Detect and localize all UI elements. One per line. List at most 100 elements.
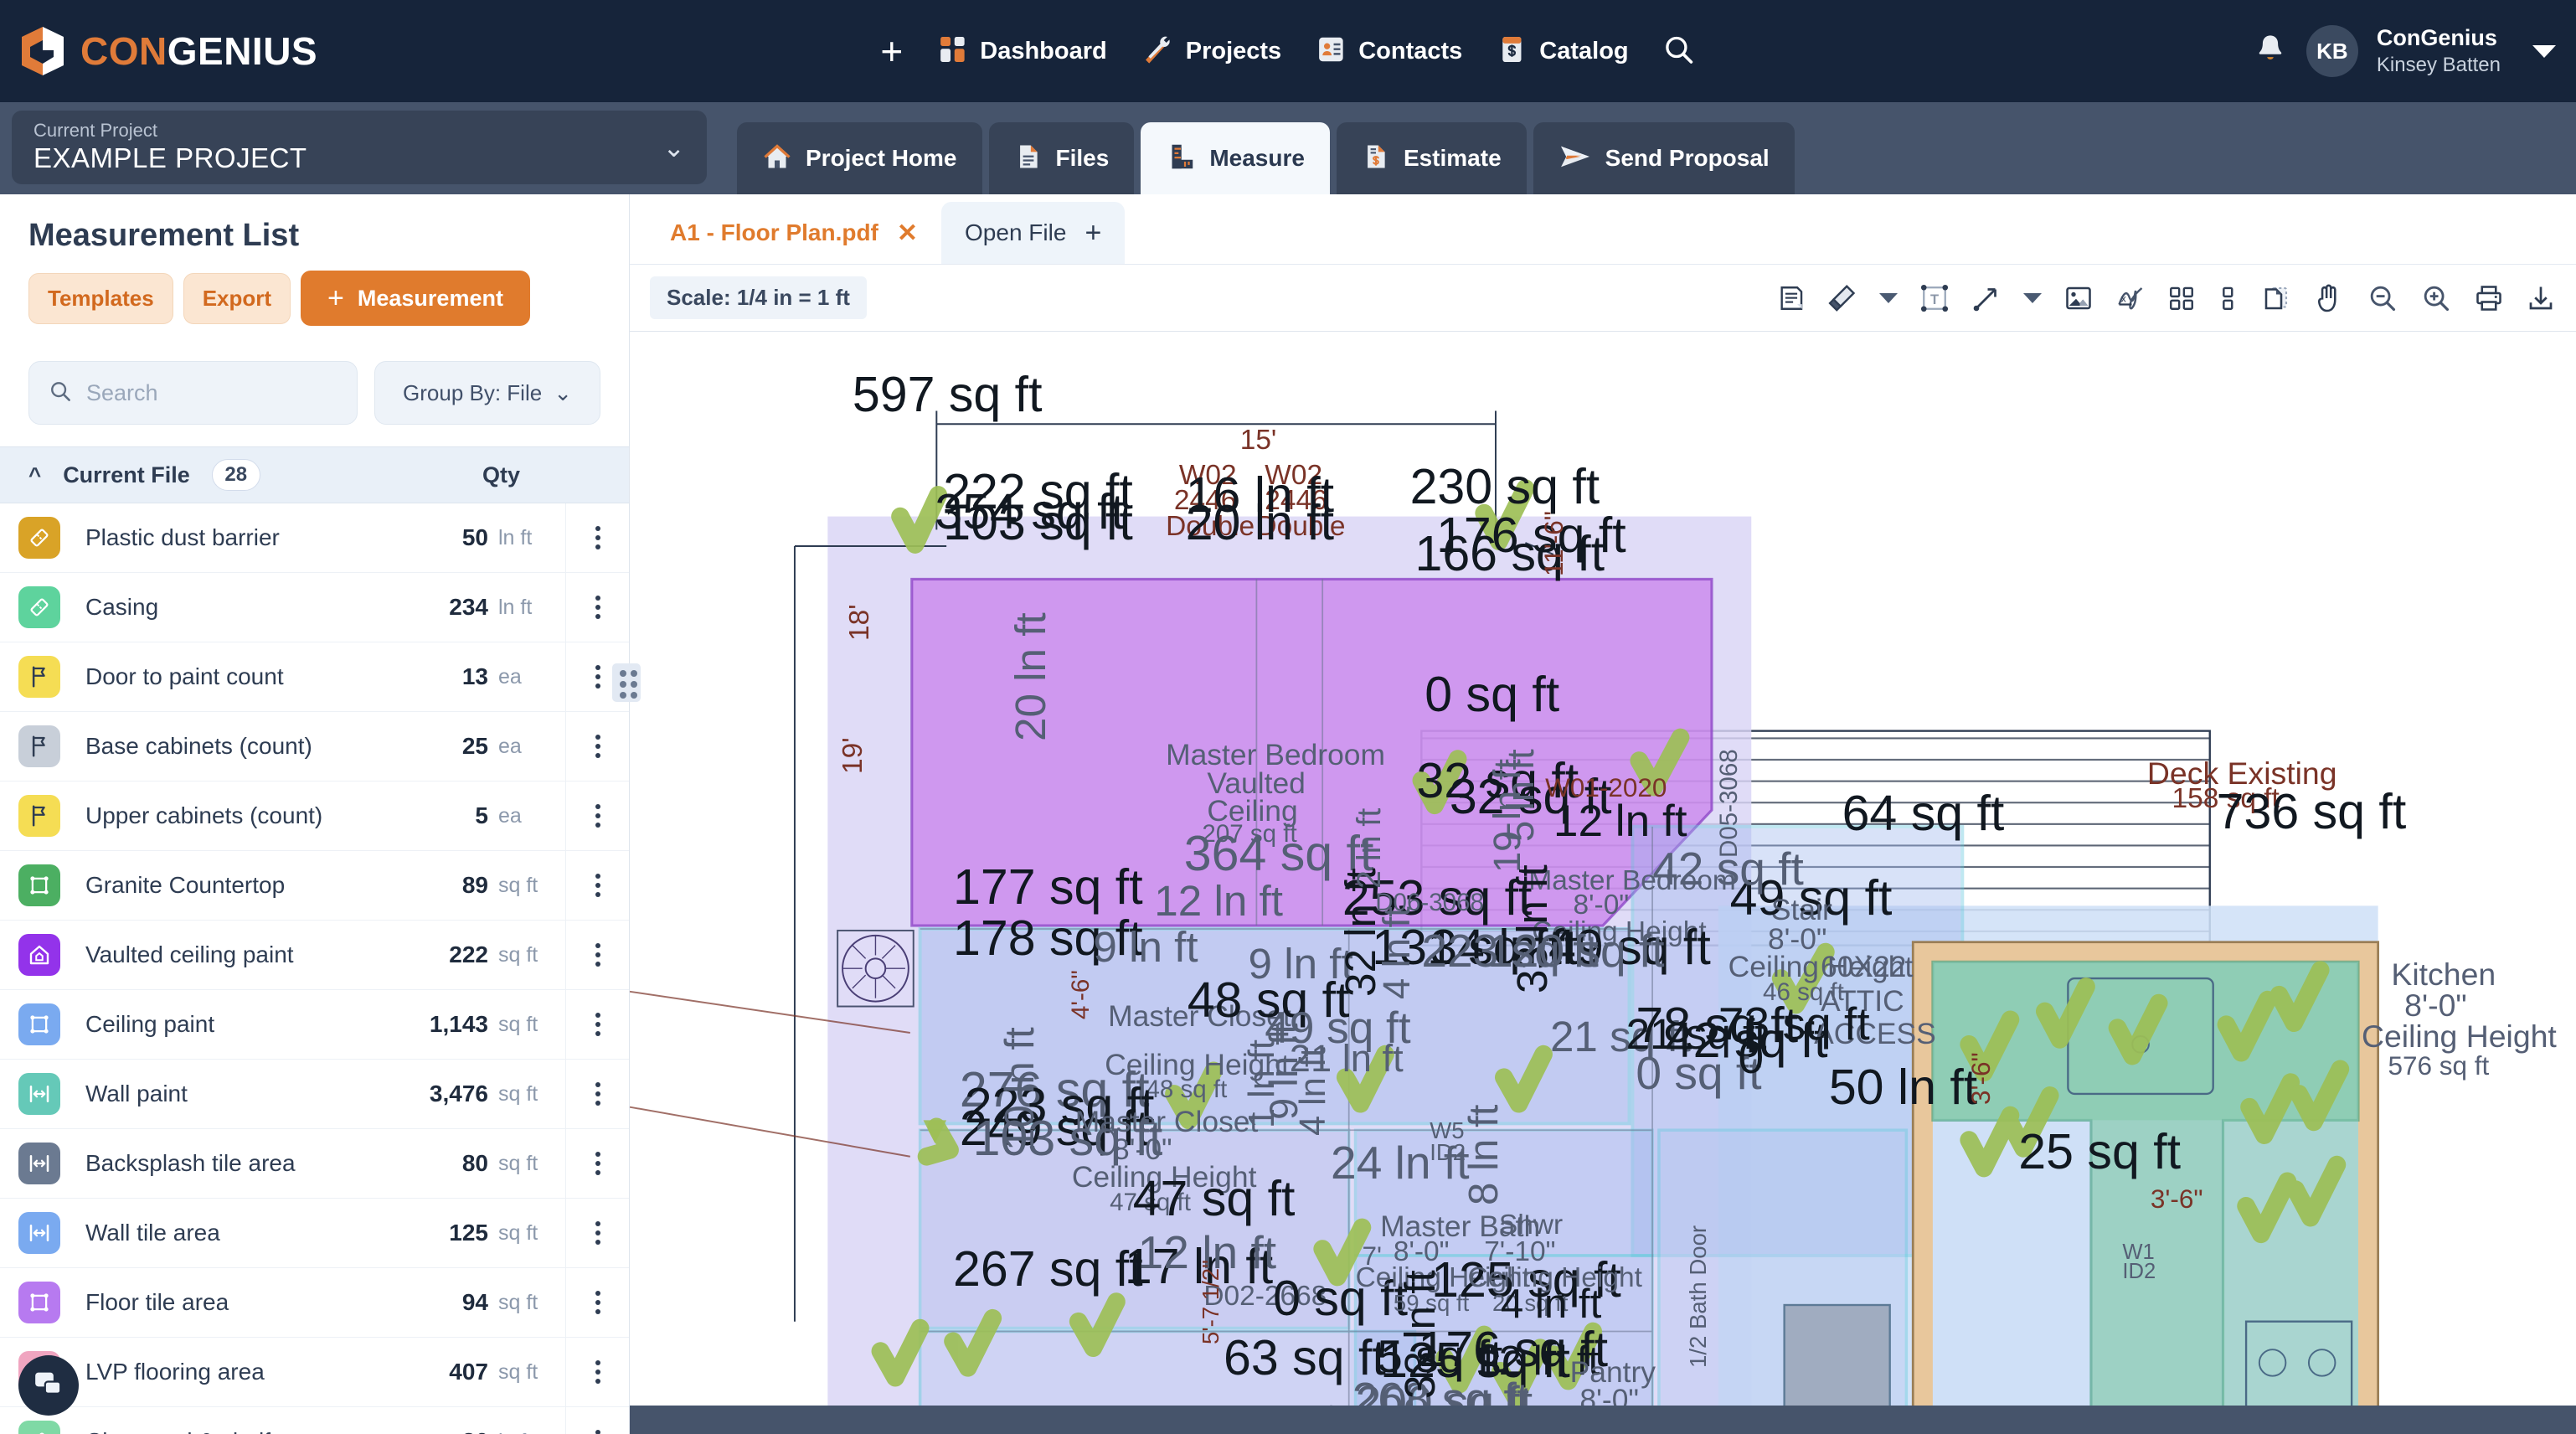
plan-measurement-label[interactable]: 11'-6": [1538, 511, 1569, 576]
print-icon[interactable]: [2474, 283, 2504, 313]
add-measurement-button[interactable]: + Measurement: [301, 271, 530, 326]
search-input[interactable]: [86, 379, 338, 406]
copy-page-icon[interactable]: [2261, 283, 2291, 313]
plan-measurement-label[interactable]: ID2: [1430, 1139, 1466, 1166]
plan-measurement-label[interactable]: 576 sq ft: [2388, 1050, 2489, 1081]
plan-measurement-label[interactable]: 4 ln ft: [1501, 1280, 1601, 1328]
tab-measure[interactable]: Measure: [1141, 122, 1330, 194]
plan-measurement-label[interactable]: 120 sq ft: [1487, 924, 1664, 977]
plan-measurement-label[interactable]: 1/2 Bath Door: [1685, 1225, 1712, 1368]
plan-measurement-label[interactable]: 48 sq ft: [1146, 1076, 1227, 1104]
nav-item-contacts[interactable]: Contacts: [1315, 34, 1462, 70]
plan-measurement-label[interactable]: 267 sq ft: [953, 1241, 1143, 1297]
file-tab-floor-plan[interactable]: A1 - Floor Plan.pdf ✕: [647, 202, 942, 264]
row-menu-button[interactable]: [565, 1199, 629, 1267]
group-by-dropdown[interactable]: Group By: File ⌄: [374, 361, 600, 425]
plan-measurement-label[interactable]: 60X22: [1821, 950, 1906, 984]
plan-measurement-label[interactable]: D06-3068: [1375, 889, 1484, 917]
measurement-row[interactable]: Casing 234 ln ft: [0, 573, 629, 642]
tab-estimate[interactable]: Estimate: [1336, 122, 1527, 194]
pan-hand-icon[interactable]: [2313, 282, 2345, 314]
row-menu-button[interactable]: [565, 712, 629, 781]
plan-measurement-label[interactable]: 12 ln ft: [1154, 876, 1283, 926]
measurement-row[interactable]: Wall tile area 125 sq ft: [0, 1199, 629, 1268]
plan-measurement-label[interactable]: 19 ln ft: [1486, 759, 1529, 873]
zoom-out-icon[interactable]: [2367, 282, 2398, 314]
avatar[interactable]: KB: [2306, 25, 2358, 77]
export-button[interactable]: Export: [183, 272, 291, 324]
close-icon[interactable]: ✕: [897, 219, 918, 248]
tab-project-home[interactable]: Project Home: [737, 122, 982, 194]
plan-measurement-label[interactable]: 2 ln ft: [1351, 807, 1388, 888]
plan-measurement-label[interactable]: 4 ln ft: [1375, 907, 1419, 1000]
row-menu-button[interactable]: [565, 1129, 629, 1198]
plan-measurement-label[interactable]: 18': [844, 605, 876, 642]
row-menu-button[interactable]: [565, 990, 629, 1059]
search-icon[interactable]: [1662, 33, 1696, 70]
search-field-wrapper[interactable]: [28, 361, 358, 425]
row-menu-button[interactable]: [565, 851, 629, 920]
plan-measurement-label[interactable]: 20 ln ft: [1186, 494, 1334, 551]
user-menu-chevron-down-icon[interactable]: [2532, 44, 2556, 58]
floor-plan-canvas[interactable]: 597 sq ft 15' 222 sq ft 354 sq ft 103 sq ft W…: [630, 332, 2576, 1434]
measurement-row[interactable]: Vaulted ceiling paint 222 sq ft: [0, 921, 629, 990]
plan-measurement-label[interactable]: 166 sq ft: [1414, 525, 1605, 582]
current-project-selector[interactable]: Current Project EXAMPLE PROJECT ⌄: [12, 111, 707, 184]
plan-measurement-label[interactable]: 3'-6": [2151, 1184, 2203, 1215]
plan-measurement-label[interactable]: 42 sq ft: [1652, 842, 1804, 895]
line-tool-icon[interactable]: [1971, 283, 2002, 313]
plus-icon[interactable]: +: [1084, 217, 1101, 250]
plan-measurement-label[interactable]: 25 sq ft: [2018, 1123, 2181, 1180]
plan-measurement-label[interactable]: 21 sq ft: [1626, 1009, 1767, 1059]
measurement-row[interactable]: Base cabinets (count) 25 ea: [0, 712, 629, 781]
plan-measurement-label[interactable]: 103 sq ft: [943, 494, 1133, 551]
measurement-row[interactable]: Upper cabinets (count) 5 ea: [0, 781, 629, 851]
row-menu-button[interactable]: [565, 1268, 629, 1337]
plan-measurement-label[interactable]: 4'-6": [1067, 971, 1095, 1020]
row-menu-button[interactable]: [565, 573, 629, 642]
plan-measurement-label[interactable]: 50 ln ft: [1829, 1059, 1977, 1116]
measurement-row[interactable]: Wall paint 3,476 sq ft: [0, 1060, 629, 1129]
plan-measurement-label[interactable]: 0 sq ft: [1425, 666, 1559, 723]
plan-measurement-label[interactable]: D05-3068: [1715, 749, 1744, 858]
plan-measurement-label[interactable]: 47 sq ft: [1133, 1170, 1296, 1227]
plan-measurement-label[interactable]: 1 ln ft: [1242, 1039, 1283, 1128]
nav-item-catalog[interactable]: Catalog: [1496, 34, 1629, 70]
measurement-row[interactable]: Granite Countertop 89 sq ft: [0, 851, 629, 921]
measurement-row[interactable]: Floor tile area 94 sq ft: [0, 1268, 629, 1338]
grid-view-icon[interactable]: [2167, 284, 2196, 312]
plan-measurement-label[interactable]: 597 sq ft: [853, 366, 1043, 423]
plan-measurement-label[interactable]: 12 ln ft: [1553, 796, 1687, 847]
nav-item-dashboard[interactable]: Dashboard: [936, 34, 1107, 70]
nav-item-projects[interactable]: Projects: [1141, 33, 1281, 70]
measurement-row[interactable]: Door to paint count 13 ea: [0, 642, 629, 712]
highlighter-dropdown-icon[interactable]: [1879, 292, 1898, 303]
row-menu-button[interactable]: [565, 781, 629, 850]
list-view-icon[interactable]: [2218, 284, 2239, 312]
textbox-icon[interactable]: T: [1919, 283, 1950, 313]
plan-measurement-label[interactable]: 8 ln ft: [1460, 1105, 1507, 1205]
plan-measurement-label[interactable]: 20 ln ft: [1006, 613, 1055, 742]
chevron-up-icon[interactable]: ^: [28, 462, 41, 488]
plan-measurement-label[interactable]: 3'-6": [1965, 1052, 1996, 1105]
measurement-row[interactable]: Backsplash tile area 80 sq ft: [0, 1129, 629, 1199]
plan-measurement-label[interactable]: ID2: [2122, 1260, 2156, 1284]
plan-measurement-label[interactable]: 5'-7 1/2": [1198, 1260, 1224, 1344]
row-menu-button[interactable]: [565, 1060, 629, 1128]
sidebar-resize-handle[interactable]: [612, 663, 641, 702]
plan-measurement-label[interactable]: 64 sq ft: [1842, 785, 2005, 842]
notification-bell-icon[interactable]: [2253, 32, 2288, 71]
plan-measurement-label[interactable]: 33 ln ft: [1395, 1270, 1445, 1399]
note-icon[interactable]: [1777, 284, 1806, 312]
plan-measurement-label[interactable]: 4 ln ft: [1293, 1047, 1334, 1136]
plan-measurement-label[interactable]: 15': [1240, 425, 1277, 457]
plan-measurement-label[interactable]: Ceiling Height: [2362, 1019, 2557, 1055]
row-menu-button[interactable]: [565, 1407, 629, 1434]
user-info[interactable]: ConGenius Kinsey Batten: [2377, 24, 2501, 78]
row-menu-button[interactable]: [565, 1338, 629, 1406]
line-dropdown-icon[interactable]: [2023, 292, 2042, 303]
plan-measurement-label[interactable]: 736 sq ft: [2217, 783, 2407, 840]
plan-measurement-label[interactable]: 9 ln ft: [1093, 922, 1198, 972]
tab-files[interactable]: Files: [988, 122, 1135, 194]
measurement-row[interactable]: Plastic dust barrier 50 ln ft: [0, 503, 629, 573]
